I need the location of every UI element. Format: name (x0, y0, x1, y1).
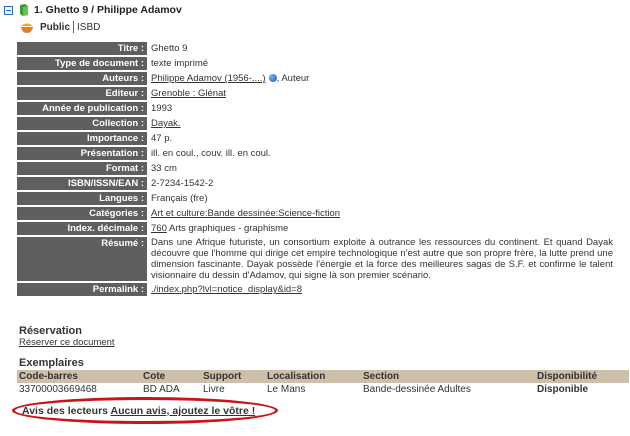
highlight-oval (12, 397, 278, 424)
tab-isbd[interactable]: ISBD (77, 22, 100, 33)
notice-row: Titre : Ghetto 9 (17, 42, 616, 55)
notice-header: 1. Ghetto 9 / Philippe Adamov (4, 3, 182, 17)
field-value: Dayak. (148, 117, 616, 130)
cell-section: Bande-dessinée Adultes (363, 384, 471, 395)
col-support[interactable]: Support (201, 370, 265, 383)
exemplaires-table: Code-barres Cote Support Localisation Se… (17, 370, 629, 396)
field-label: Auteurs : (17, 72, 147, 85)
notice-row: Format : 33 cm (17, 162, 616, 175)
field-value-link[interactable]: Dayak. (151, 118, 181, 129)
field-value: 760 Arts graphiques - graphisme (148, 222, 616, 235)
cell-localisation: Le Mans (267, 384, 306, 395)
field-value-text: texte imprimé (151, 58, 209, 69)
field-value: texte imprimé (148, 57, 616, 70)
notice-row: Permalink : ./index.php?lvl=notice_displa… (17, 283, 616, 296)
field-value: Ghetto 9 (148, 42, 616, 55)
field-value-text: ill. en coul., couv. ill. en coul. (151, 148, 271, 159)
field-value: Dans une Afrique futuriste, un consortiu… (148, 237, 616, 281)
col-section[interactable]: Section (361, 370, 535, 383)
field-value-text: 2-7234-1542-2 (151, 178, 214, 189)
field-label: Format : (17, 162, 147, 175)
field-value: Philippe Adamov (1956-....) , Auteur (148, 72, 616, 85)
field-value: Grenoble : Glénat (148, 87, 616, 100)
field-value-text: 1993 (151, 103, 173, 114)
notice-row: Catégories : Art et culture:Bande dessiné… (17, 207, 616, 220)
field-value: 1993 (148, 102, 616, 115)
field-value-text: 33 cm (151, 163, 177, 174)
field-value-link[interactable]: Philippe Adamov (1956-....) (151, 73, 266, 84)
cell-support: Livre (203, 384, 225, 395)
field-value: ./index.php?lvl=notice_display&id=8 (148, 283, 616, 296)
field-value-link[interactable]: Art et culture:Bande dessinée:Science-fi… (151, 208, 340, 219)
field-value: Français (fre) (148, 192, 616, 205)
reserve-document-link[interactable]: Réserver ce document (19, 337, 115, 348)
notice-row: Année de publication : 1993 (17, 102, 616, 115)
globe-icon[interactable] (268, 74, 277, 82)
notice-row: Index. décimale :760 Arts graphiques - g… (17, 222, 616, 235)
notice-row: Collection : Dayak. (17, 117, 616, 130)
field-label: Catégories : (17, 207, 147, 220)
notice-row: Type de document : texte imprimé (17, 57, 616, 70)
field-label: Titre : (17, 42, 147, 55)
reservation-title: Réservation (19, 325, 82, 337)
field-label: Année de publication : (17, 102, 147, 115)
field-value: Art et culture:Bande dessinée:Science-fi… (148, 207, 616, 220)
notice-table: Titre : Ghetto 9 Type de document : texte i… (16, 40, 617, 298)
field-value-text: Ghetto 9 (151, 43, 188, 54)
field-value-link[interactable]: 760 (151, 223, 167, 234)
collapse-icon[interactable] (4, 5, 13, 15)
notice-row: Résumé : Dans une Afrique futuriste, un c… (17, 237, 616, 281)
table-row: 33700003669468 BD ADA Livre Le Mans Band… (17, 383, 629, 396)
col-code-barres[interactable]: Code-barres (17, 370, 141, 383)
col-cote[interactable]: Cote (141, 370, 201, 383)
tab-separator (73, 21, 75, 33)
tab-public[interactable]: Public (40, 22, 70, 33)
notice-row: Importance : 47 p. (17, 132, 616, 145)
field-value-suffix: , Auteur (276, 73, 310, 84)
cell-disponibilite: Disponible (537, 384, 589, 395)
field-label: Langues : (17, 192, 147, 205)
exemplaires-title: Exemplaires (19, 357, 84, 369)
field-value: 2-7234-1542-2 (148, 177, 616, 190)
field-label: Type de document : (17, 57, 147, 70)
notice-row: Présentation : ill. en coul., couv. ill. … (17, 147, 616, 160)
view-tabs: Public ISBD (20, 19, 100, 35)
field-label: Editeur : (17, 87, 147, 100)
field-label: Collection : (17, 117, 147, 130)
field-label: Index. décimale : (17, 222, 147, 235)
bowl-icon (21, 23, 33, 33)
field-value-text: 47 p. (151, 133, 173, 144)
notice-row: ISBN/ISSN/EAN : 2-7234-1542-2 (17, 177, 616, 190)
field-label: Permalink : (17, 283, 147, 296)
field-label: Importance : (17, 132, 147, 145)
field-value: ill. en coul., couv. ill. en coul. (148, 147, 616, 160)
field-label: Résumé : (17, 237, 147, 281)
field-value-link[interactable]: Grenoble : Glénat (151, 88, 226, 99)
cell-cote: BD ADA (143, 384, 180, 395)
col-localisation[interactable]: Localisation (265, 370, 361, 383)
notice-title: 1. Ghetto 9 / Philippe Adamov (34, 4, 182, 16)
field-value-text: Français (fre) (151, 193, 208, 204)
field-label: ISBN/ISSN/EAN : (17, 177, 147, 190)
notice-row: Langues : Français (fre) (17, 192, 616, 205)
field-value-link[interactable]: ./index.php?lvl=notice_display&id=8 (151, 284, 302, 295)
field-value: 33 cm (148, 162, 616, 175)
col-disponibilite[interactable]: Disponibilité (535, 370, 629, 383)
book-icon (20, 4, 28, 16)
field-value: 47 p. (148, 132, 616, 145)
field-label: Présentation : (17, 147, 147, 160)
field-value-text: Dans une Afrique futuriste, un consortiu… (151, 237, 613, 281)
field-value-suffix: Arts graphiques - graphisme (166, 223, 289, 234)
notice-row: Auteurs : Philippe Adamov (1956-....) , Au… (17, 72, 616, 85)
notice-row: Editeur : Grenoble : Glénat (17, 87, 616, 100)
cell-code-barres: 33700003669468 (19, 384, 97, 395)
